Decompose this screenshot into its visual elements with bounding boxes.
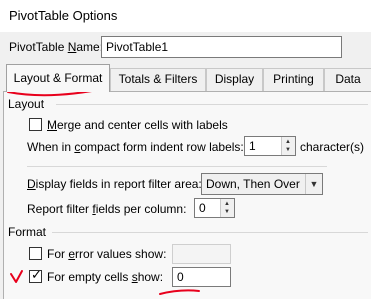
checkmark-annotation [10,270,23,283]
underline-annotation-value [159,289,200,295]
tab-layout-format[interactable]: Layout & Format [6,64,110,92]
annotation-overlay [7,87,200,295]
